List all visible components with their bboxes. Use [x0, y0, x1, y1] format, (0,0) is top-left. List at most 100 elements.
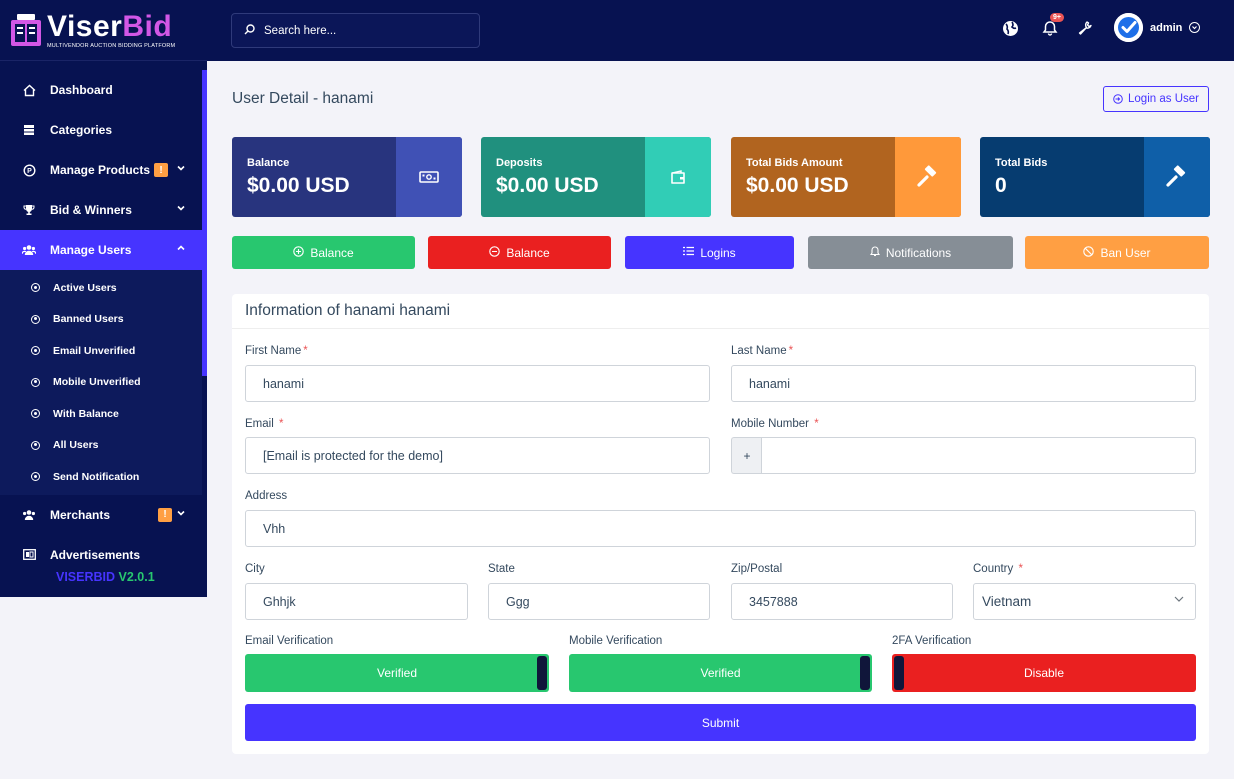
mobile-number-label: Mobile Number * [731, 418, 819, 430]
notifications-button[interactable]: Notifications [808, 236, 1013, 269]
brand-logo[interactable]: ViserBid MULTIVENDOR AUCTION BIDDING PLA… [0, 0, 207, 61]
brand-name-part1: Viser [47, 9, 123, 43]
twofa-verification-toggle[interactable]: Disable [892, 654, 1196, 692]
user-menu[interactable]: admin [1114, 13, 1201, 42]
toggle-knob [537, 656, 547, 690]
sidebar-item-bid-winners[interactable]: Bid & Winners [0, 190, 202, 230]
bell-icon[interactable]: 9+ [1040, 13, 1064, 38]
gavel-icon [1144, 137, 1210, 217]
dot-circle-icon [31, 283, 40, 293]
submenu-item-send-notification[interactable]: Send Notification [0, 461, 202, 493]
dot-circle-icon [31, 409, 40, 419]
search-box[interactable] [231, 13, 480, 48]
manage-users-submenu: Active Users Banned Users Email Unverifi… [0, 270, 202, 495]
stat-card-deposits[interactable]: Deposits $0.00 USD [481, 137, 711, 217]
address-input[interactable] [245, 510, 1196, 547]
user-name: admin [1150, 21, 1183, 34]
wrench-icon[interactable] [1075, 18, 1095, 38]
sidebar-item-label: Dashboard [50, 83, 113, 97]
button-label: Balance [506, 245, 550, 260]
chevron-down-icon [1173, 593, 1185, 608]
dot-circle-icon [31, 377, 40, 387]
email-label: Email * [245, 418, 284, 430]
mobile-dial-code: + [731, 437, 762, 474]
login-as-user-label: Login as User [1128, 93, 1199, 105]
subtract-balance-button[interactable]: Balance [428, 236, 611, 269]
trophy-icon [22, 203, 36, 217]
sidebar-nav: Dashboard Categories P Manage Products !… [0, 70, 202, 575]
submenu-item-email-unverified[interactable]: Email Unverified [0, 335, 202, 367]
topbar: 9+ admin [207, 0, 1234, 61]
dot-circle-icon [31, 314, 40, 324]
stat-card-total-bids-amount[interactable]: Total Bids Amount $0.00 USD [731, 137, 961, 217]
email-verification-label: Email Verification [245, 635, 334, 647]
email-input[interactable] [245, 437, 710, 474]
login-as-user-button[interactable]: Login as User [1103, 86, 1209, 112]
dot-circle-icon [31, 472, 40, 482]
sidebar-item-advertisements[interactable]: Advertisements [0, 535, 202, 575]
city-input[interactable] [245, 583, 468, 620]
bell-icon [869, 245, 880, 260]
sidebar-item-dashboard[interactable]: Dashboard [0, 70, 202, 110]
users-icon [22, 508, 36, 522]
chevron-up-icon [176, 243, 186, 256]
sidebar-item-manage-products[interactable]: P Manage Products ! [0, 150, 202, 190]
last-name-input[interactable] [731, 365, 1196, 402]
submenu-item-all-users[interactable]: All Users [0, 430, 202, 462]
first-name-input[interactable] [245, 365, 710, 402]
mobile-verification-toggle[interactable]: Verified [569, 654, 872, 692]
layers-icon [22, 123, 36, 137]
version-name: VISERBID [56, 570, 116, 584]
sidebar-item-categories[interactable]: Categories [0, 110, 202, 150]
logins-button[interactable]: Logins [625, 236, 794, 269]
add-balance-button[interactable]: Balance [232, 236, 415, 269]
toggle-knob [894, 656, 904, 690]
ban-icon [1083, 245, 1095, 260]
mobile-number-input[interactable] [761, 437, 1196, 474]
chevron-down-icon [176, 163, 186, 176]
submenu-item-label: Banned Users [53, 313, 124, 326]
submit-button[interactable]: Submit [245, 704, 1196, 741]
address-label: Address [245, 490, 288, 502]
country-label: Country * [973, 563, 1023, 575]
brand-tagline: MULTIVENDOR AUCTION BIDDING PLATFORM [47, 42, 176, 49]
submenu-item-mobile-unverified[interactable]: Mobile Unverified [0, 367, 202, 399]
minus-circle-icon [489, 245, 501, 260]
stat-value: $0.00 USD [496, 174, 599, 197]
globe-icon[interactable] [1000, 18, 1020, 38]
button-label: Ban User [1100, 245, 1151, 260]
sidebar-scrollbar[interactable] [202, 70, 207, 376]
search-input[interactable] [264, 24, 464, 37]
zip-input[interactable] [731, 583, 953, 620]
country-select[interactable]: Vietnam [973, 583, 1196, 620]
toggle-knob [860, 656, 870, 690]
state-input[interactable] [488, 583, 710, 620]
users-icon [22, 243, 36, 257]
submenu-item-banned-users[interactable]: Banned Users [0, 304, 202, 336]
submenu-item-label: Mobile Unverified [53, 376, 141, 389]
login-icon [1113, 94, 1123, 104]
email-verification-toggle[interactable]: Verified [245, 654, 549, 692]
submenu-item-with-balance[interactable]: With Balance [0, 398, 202, 430]
submenu-item-active-users[interactable]: Active Users [0, 272, 202, 304]
toggle-state: Verified [376, 666, 418, 680]
plus-circle-icon [293, 245, 305, 260]
sidebar-item-merchants[interactable]: Merchants ! [0, 495, 202, 535]
sidebar-item-manage-users[interactable]: Manage Users [0, 230, 202, 270]
stat-value: $0.00 USD [247, 174, 350, 197]
ban-user-button[interactable]: Ban User [1025, 236, 1209, 269]
sidebar-item-label: Manage Users [50, 243, 132, 257]
zip-label: Zip/Postal [731, 563, 783, 575]
stat-card-balance[interactable]: Balance $0.00 USD [232, 137, 462, 217]
button-label: Balance [310, 245, 354, 260]
warning-badge: ! [158, 507, 172, 522]
stat-label: Total Bids [995, 157, 1048, 169]
chevron-down-icon [176, 508, 186, 521]
toggle-state: Verified [700, 666, 741, 680]
chevron-down-icon [1189, 22, 1201, 33]
state-label: State [488, 563, 515, 575]
city-label: City [245, 563, 265, 575]
sidebar: ViserBid MULTIVENDOR AUCTION BIDDING PLA… [0, 0, 207, 597]
country-selected-value: Vietnam [982, 594, 1032, 609]
stat-card-total-bids[interactable]: Total Bids 0 [980, 137, 1210, 217]
